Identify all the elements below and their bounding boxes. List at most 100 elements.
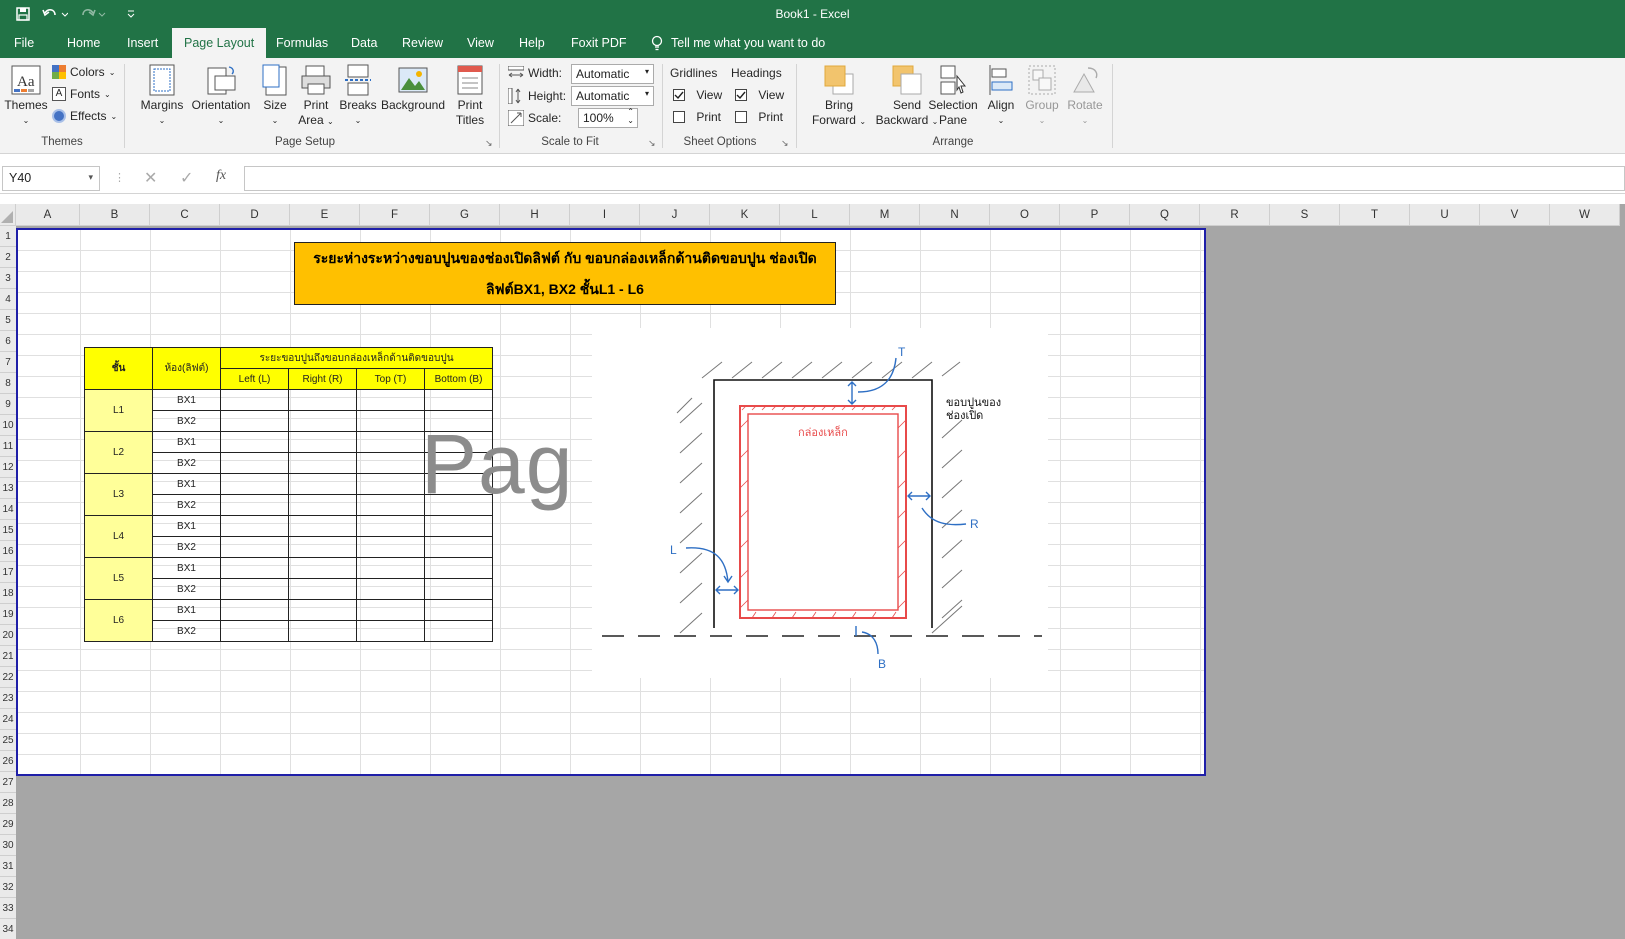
tab-insert[interactable]: Insert — [119, 28, 166, 58]
background-button[interactable]: Background — [380, 64, 446, 113]
value-cell-right[interactable] — [288, 599, 357, 621]
formula-input[interactable] — [244, 166, 1625, 191]
align-button[interactable]: Align ⌄ — [982, 64, 1020, 128]
tab-view[interactable]: View — [459, 28, 502, 58]
effects-button[interactable]: Effects ⌄ — [52, 109, 117, 123]
row-header[interactable]: 17 — [0, 562, 16, 583]
room-cell[interactable]: BX2 — [152, 578, 221, 600]
height-dropdown[interactable]: Automatic ▾ — [571, 86, 654, 106]
value-cell-top[interactable] — [356, 557, 425, 579]
value-cell-bottom[interactable] — [423, 620, 494, 642]
value-cell-right[interactable] — [288, 557, 357, 579]
row-header[interactable]: 7 — [0, 352, 16, 373]
bring-forward-button[interactable]: Bring Forward ⌄ — [808, 64, 870, 129]
column-header-c[interactable]: C — [150, 204, 220, 226]
headings-print-checkbox[interactable]: Print — [735, 110, 783, 124]
tab-home[interactable]: Home — [59, 28, 108, 58]
column-header-w[interactable]: W — [1550, 204, 1620, 226]
tab-page-layout[interactable]: Page Layout — [172, 28, 267, 58]
enter-icon[interactable]: ✓ — [180, 168, 193, 188]
column-header-s[interactable]: S — [1270, 204, 1340, 226]
row-header[interactable]: 12 — [0, 457, 16, 478]
value-cell-right[interactable] — [288, 620, 357, 642]
tab-review[interactable]: Review — [394, 28, 451, 58]
value-cell-right[interactable] — [288, 494, 357, 516]
gridlines-print-checkbox[interactable]: Print — [673, 110, 721, 124]
column-header-m[interactable]: M — [850, 204, 920, 226]
cancel-icon[interactable]: ✕ — [144, 168, 157, 188]
print-titles-button[interactable]: Print Titles — [450, 64, 490, 128]
row-header[interactable]: 33 — [0, 898, 16, 919]
value-cell-bottom[interactable] — [423, 557, 494, 579]
column-header-v[interactable]: V — [1480, 204, 1550, 226]
row-header[interactable]: 5 — [0, 310, 16, 331]
tab-foxit-pdf[interactable]: Foxit PDF — [563, 28, 635, 58]
column-header-p[interactable]: P — [1060, 204, 1130, 226]
scale-launcher-icon[interactable]: ↘ — [648, 138, 656, 149]
column-header-h[interactable]: H — [500, 204, 570, 226]
row-header[interactable]: 29 — [0, 814, 16, 835]
value-cell-top[interactable] — [356, 389, 425, 411]
row-header[interactable]: 26 — [0, 751, 16, 772]
value-cell-top[interactable] — [356, 536, 425, 558]
floor-cell[interactable]: L3 — [84, 473, 153, 516]
row-header[interactable]: 27 — [0, 772, 16, 793]
tell-me-search[interactable]: Tell me what you want to do — [643, 28, 833, 58]
name-box[interactable]: Y40 ▾ — [2, 166, 100, 191]
orientation-button[interactable]: Orientation ⌄ — [190, 64, 252, 128]
column-header-q[interactable]: Q — [1130, 204, 1200, 226]
column-header-j[interactable]: J — [640, 204, 710, 226]
row-header[interactable]: 18 — [0, 583, 16, 604]
tab-formulas[interactable]: Formulas — [268, 28, 336, 58]
value-cell-left[interactable] — [220, 473, 289, 495]
value-cell-bottom[interactable] — [423, 389, 494, 411]
sheet-title-box[interactable]: ระยะห่างระหว่างขอบปูนของช่องเปิดลิฟต์ กั… — [294, 242, 836, 305]
value-cell-left[interactable] — [220, 452, 289, 474]
value-cell-bottom[interactable] — [423, 599, 494, 621]
colors-button[interactable]: Colors ⌄ — [52, 65, 115, 79]
column-header-l[interactable]: L — [780, 204, 850, 226]
value-cell-bottom[interactable] — [423, 536, 494, 558]
row-header[interactable]: 25 — [0, 730, 16, 751]
row-header[interactable]: 34 — [0, 919, 16, 939]
value-cell-left[interactable] — [220, 620, 289, 642]
column-header-d[interactable]: D — [220, 204, 290, 226]
row-header[interactable]: 14 — [0, 499, 16, 520]
row-header[interactable]: 2 — [0, 247, 16, 268]
insert-function-icon[interactable]: fx — [216, 168, 226, 184]
value-cell-top[interactable] — [356, 473, 425, 495]
floor-cell[interactable]: L2 — [84, 431, 153, 474]
tab-data[interactable]: Data — [343, 28, 385, 58]
column-header-u[interactable]: U — [1410, 204, 1480, 226]
room-cell[interactable]: BX2 — [152, 452, 221, 474]
selection-pane-button[interactable]: Selection Pane — [926, 64, 980, 128]
column-header-f[interactable]: F — [360, 204, 430, 226]
row-header[interactable]: 1 — [0, 226, 16, 247]
row-header[interactable]: 23 — [0, 688, 16, 709]
value-cell-right[interactable] — [288, 452, 357, 474]
headings-view-checkbox[interactable]: View — [735, 88, 784, 102]
value-cell-left[interactable] — [220, 494, 289, 516]
floor-cell[interactable]: L4 — [84, 515, 153, 558]
column-header-n[interactable]: N — [920, 204, 990, 226]
room-cell[interactable]: BX1 — [152, 389, 221, 411]
row-header[interactable]: 20 — [0, 625, 16, 646]
value-cell-left[interactable] — [220, 557, 289, 579]
room-cell[interactable]: BX2 — [152, 620, 221, 642]
row-header[interactable]: 31 — [0, 856, 16, 877]
value-cell-top[interactable] — [356, 494, 425, 516]
row-header[interactable]: 22 — [0, 667, 16, 688]
room-cell[interactable]: BX1 — [152, 599, 221, 621]
gridlines-view-checkbox[interactable]: View — [673, 88, 722, 102]
margins-button[interactable]: Margins ⌄ — [138, 64, 186, 128]
row-header[interactable]: 9 — [0, 394, 16, 415]
column-header-r[interactable]: R — [1200, 204, 1270, 226]
value-cell-left[interactable] — [220, 536, 289, 558]
fonts-button[interactable]: A Fonts ⌄ — [52, 87, 111, 101]
column-header-a[interactable]: A — [16, 204, 80, 226]
value-cell-bottom[interactable] — [423, 578, 494, 600]
row-header[interactable]: 19 — [0, 604, 16, 625]
select-all-corner[interactable] — [0, 204, 16, 226]
value-cell-top[interactable] — [356, 410, 425, 432]
value-cell-bottom[interactable] — [423, 515, 494, 537]
